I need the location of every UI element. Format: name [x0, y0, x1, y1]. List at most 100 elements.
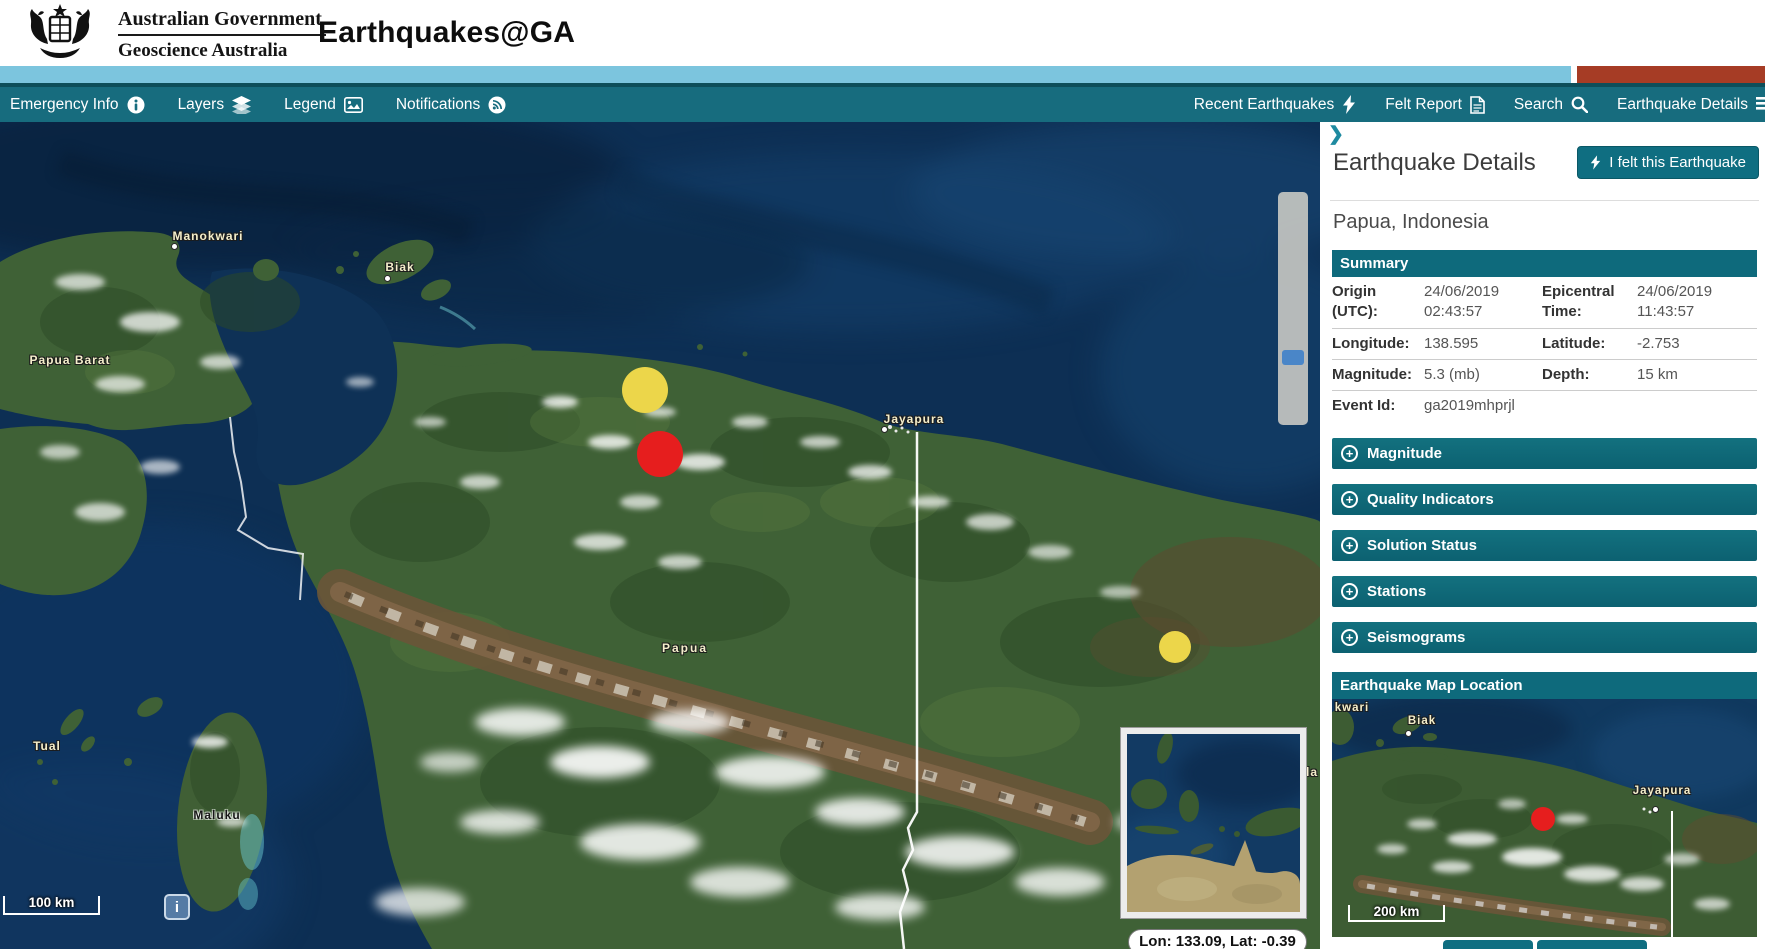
summary-row-origin: Origin (UTC): 24/06/2019 02:43:57 Epicen…: [1332, 277, 1757, 329]
magnitude-value: 5.3 (mb): [1424, 365, 1542, 385]
legend-image-icon: [344, 97, 363, 113]
minimap-dot-biak: [1405, 730, 1412, 737]
government-title: Australian Government: [118, 8, 326, 31]
info-circle-icon: [127, 96, 145, 114]
nav-layers-label: Layers: [178, 96, 225, 114]
nav-emergency-info[interactable]: Emergency Info: [10, 96, 145, 114]
accordion-solution-status[interactable]: Solution Status: [1332, 530, 1757, 561]
expand-plus-icon: [1341, 583, 1358, 600]
map-scale-label: 100 km: [5, 895, 98, 910]
map-zoom-scrollbar-thumb[interactable]: [1282, 350, 1304, 365]
depth-value: 15 km: [1637, 365, 1757, 385]
map-dot-manokwari: [171, 243, 178, 250]
panel-divider: [1330, 200, 1759, 201]
list-icon: [1756, 96, 1765, 113]
earthquake-marker-yellow[interactable]: [622, 367, 668, 413]
panel-collapse-chevron-icon[interactable]: ❯: [1328, 123, 1344, 146]
map-label-papua: Papua: [662, 641, 708, 655]
accordion-magnitude-label: Magnitude: [1367, 445, 1442, 462]
overview-inset-terrain: [1127, 734, 1300, 912]
summary-section: Summary Origin (UTC): 24/06/2019 02:43:5…: [1332, 250, 1757, 420]
map-scale-bar: 100 km: [3, 896, 100, 915]
earthquake-marker-yellow-2[interactable]: [1159, 631, 1191, 663]
earthquakes-ga-app: Australian Government Geoscience Austral…: [0, 0, 1765, 949]
minimap-label-kwari: kwari: [1335, 702, 1369, 714]
government-branding: Australian Government Geoscience Austral…: [118, 8, 326, 62]
minimap-action-button-2[interactable]: [1537, 940, 1647, 949]
layers-icon: [232, 96, 251, 114]
nav-felt-report-label: Felt Report: [1385, 96, 1462, 114]
branding-divider: [118, 34, 326, 36]
magnifier-icon: [1571, 96, 1588, 113]
map-label-biak: Biak: [385, 260, 414, 274]
map-dot-biak: [384, 275, 391, 282]
accordion-seismograms-label: Seismograms: [1367, 629, 1465, 646]
nav-recent-earthquakes[interactable]: Recent Earthquakes: [1194, 95, 1356, 114]
accordion-stations-label: Stations: [1367, 583, 1426, 600]
nav-notifications[interactable]: Notifications: [396, 96, 506, 114]
accordion-quality-indicators-label: Quality Indicators: [1367, 491, 1494, 508]
earthquake-location-minimap[interactable]: kwari Biak Jayapura 200 km: [1332, 699, 1757, 937]
nav-search[interactable]: Search: [1514, 96, 1588, 114]
map-info-button[interactable]: i: [164, 894, 190, 920]
cursor-coordinates: Lon: 133.09, Lat: -0.39: [1128, 929, 1307, 949]
event-id-value: ga2019mhprjl: [1424, 397, 1757, 414]
minimap-action-button-1[interactable]: [1443, 940, 1533, 949]
summary-header: Summary: [1332, 250, 1757, 277]
nav-legend-label: Legend: [284, 96, 336, 114]
map-info-glyph: i: [175, 899, 179, 916]
origin-value: 24/06/2019 02:43:57: [1424, 282, 1542, 323]
nav-search-label: Search: [1514, 96, 1563, 114]
accordion-seismograms[interactable]: Seismograms: [1332, 622, 1757, 653]
latitude-value: -2.753: [1637, 334, 1757, 354]
summary-row-magdepth: Magnitude: 5.3 (mb) Depth: 15 km: [1332, 360, 1757, 391]
map-label-manokwari: Manokwari: [172, 229, 243, 243]
event-id-label: Event Id:: [1332, 397, 1424, 414]
map-label-papua-barat: Papua Barat: [29, 353, 110, 367]
strip-red-segment: [1577, 66, 1765, 83]
latitude-label: Latitude:: [1542, 334, 1637, 354]
lightning-icon: [1590, 154, 1601, 171]
main-map[interactable]: Manokwari Biak Papua Barat Jayapura Papu…: [0, 122, 1320, 949]
nav-earthquake-details-label: Earthquake Details: [1617, 96, 1748, 114]
nav-emergency-info-label: Emergency Info: [10, 96, 119, 114]
nav-felt-report[interactable]: Felt Report: [1385, 96, 1485, 114]
minimap-dot-jayapura: [1652, 806, 1659, 813]
australian-coat-of-arms-icon: [14, 2, 106, 64]
minimap-label-jayapura: Jayapura: [1633, 785, 1692, 797]
nav-recent-earthquakes-label: Recent Earthquakes: [1194, 96, 1334, 114]
main-navbar: Emergency Info Layers Legend: [0, 83, 1765, 122]
minimap-scale-bar: 200 km: [1348, 905, 1445, 922]
panel-title: Earthquake Details: [1333, 149, 1536, 177]
expand-plus-icon: [1341, 537, 1358, 554]
longitude-label: Longitude:: [1332, 334, 1424, 354]
summary-row-event-id: Event Id: ga2019mhprjl: [1332, 391, 1757, 420]
map-location-header: Earthquake Map Location: [1332, 672, 1757, 699]
felt-earthquake-button-label: I felt this Earthquake: [1609, 154, 1746, 171]
page-header: Australian Government Geoscience Austral…: [0, 0, 1765, 66]
map-label-tual: Tual: [33, 739, 61, 753]
expand-plus-icon: [1341, 491, 1358, 508]
nav-legend[interactable]: Legend: [284, 96, 363, 114]
minimap-border-line: [1671, 811, 1673, 937]
accordion-quality-indicators[interactable]: Quality Indicators: [1332, 484, 1757, 515]
minimap-epicenter-marker: [1531, 807, 1555, 831]
minimap-label-biak: Biak: [1408, 715, 1436, 727]
accordion-magnitude[interactable]: Magnitude: [1332, 438, 1757, 469]
lightning-icon: [1342, 95, 1356, 114]
detail-accordions: Magnitude Quality Indicators Solution St…: [1332, 438, 1757, 668]
map-dot-jayapura: [881, 426, 888, 433]
nav-layers[interactable]: Layers: [178, 96, 252, 114]
overview-inset-map[interactable]: [1121, 728, 1306, 918]
earthquake-marker-selected[interactable]: [637, 431, 683, 477]
longitude-value: 138.595: [1424, 334, 1542, 354]
map-label-maluku: Maluku: [193, 808, 240, 822]
accordion-stations[interactable]: Stations: [1332, 576, 1757, 607]
map-zoom-scrollbar[interactable]: [1278, 192, 1308, 425]
nav-earthquake-details[interactable]: Earthquake Details: [1617, 96, 1763, 114]
earthquake-details-panel: ❯ Earthquake Details I felt this Earthqu…: [1320, 122, 1765, 949]
epicentral-value: 24/06/2019 11:43:57: [1637, 282, 1757, 323]
felt-earthquake-button[interactable]: I felt this Earthquake: [1577, 146, 1759, 179]
minimap-scale-label: 200 km: [1350, 904, 1443, 919]
summary-row-lonlat: Longitude: 138.595 Latitude: -2.753: [1332, 329, 1757, 360]
